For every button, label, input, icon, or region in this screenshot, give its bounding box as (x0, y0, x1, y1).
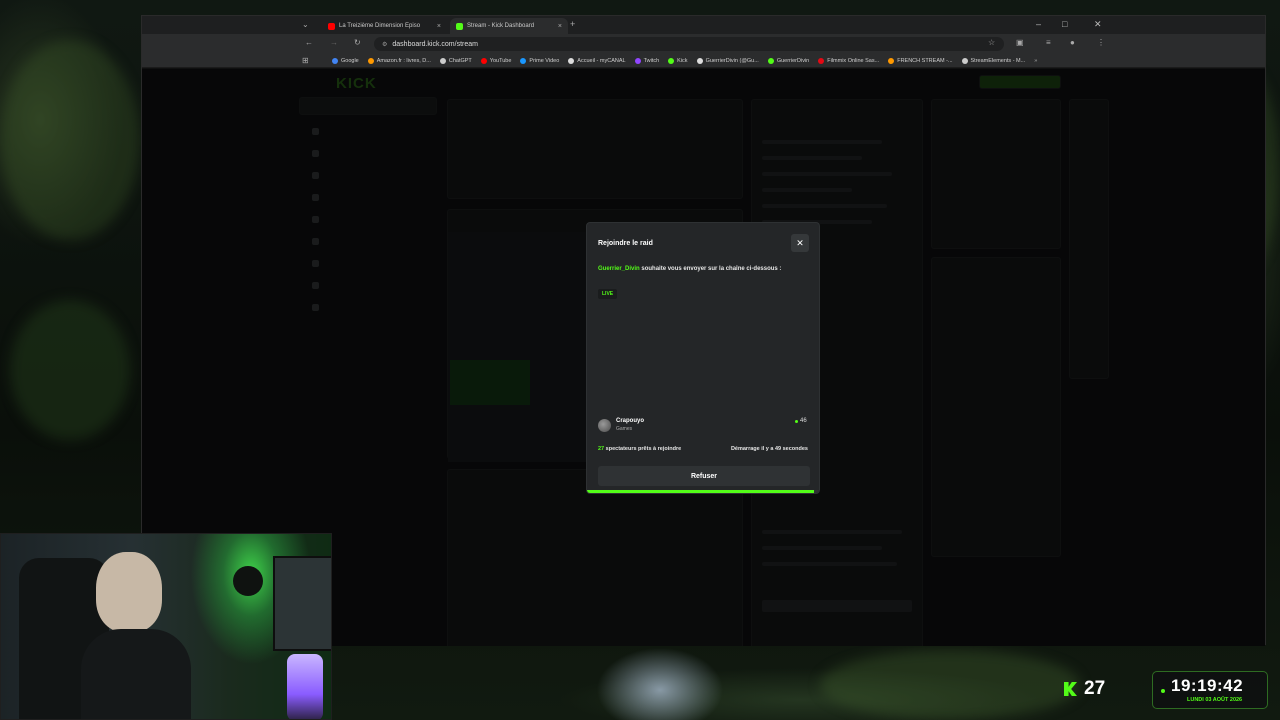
twitch-icon (634, 57, 641, 64)
back-icon[interactable]: ← (305, 38, 313, 47)
live-dot-icon (795, 419, 798, 423)
bookmark-prime-video[interactable]: Prime Video (520, 57, 559, 64)
bookmark-mycanal[interactable]: Accueil - myCANAL (568, 57, 626, 64)
bookmark-amazon[interactable]: Amazon.fr : livres, D... (367, 57, 431, 64)
forward-icon[interactable]: → (330, 38, 338, 47)
url-text: dashboard.kick.com/stream (392, 40, 478, 48)
close-window-icon[interactable]: ✕ (1094, 19, 1102, 30)
microphone (233, 566, 263, 596)
reload-icon[interactable]: ↻ (354, 38, 361, 47)
raid-progress-fill (587, 490, 815, 493)
bookmark-filmmix[interactable]: Filmmix Online Sas... (818, 57, 879, 64)
viewer-count: 27 (1084, 678, 1106, 699)
ready-viewers: 27 spectateurs prêts à rejoindre (598, 446, 681, 452)
apps-grid-icon[interactable]: ⊞ (302, 56, 309, 65)
bookmark-kick[interactable]: Kick (668, 57, 688, 64)
clock-widget: 19:19:42 LUNDI 03 AOÛT 2026 (1152, 671, 1268, 709)
browser-toolbar: ← → ↻ ⚙ dashboard.kick.com/stream ☆ ▣ ≡ … (142, 34, 1265, 54)
close-icon[interactable]: ✕ (791, 234, 809, 252)
tab-kick-dashboard[interactable]: Stream - Kick Dashboard × (450, 18, 568, 34)
channel-preview[interactable] (598, 303, 810, 413)
kick-icon (767, 57, 774, 64)
address-bar[interactable]: ⚙ dashboard.kick.com/stream (374, 37, 1004, 51)
foliage-left-lower (10, 300, 130, 440)
viewer-count-value: 46 (800, 418, 807, 424)
mycanal-icon (568, 57, 575, 64)
tab-youtube[interactable]: La Treizième Dimension Episo × (322, 18, 447, 34)
bookmark-google[interactable]: Google (332, 57, 359, 64)
tab-title: La Treizième Dimension Episo (339, 23, 421, 29)
streamer-face (96, 552, 162, 632)
bookmark-guerrierdivin[interactable]: GuerrierDivin (767, 57, 809, 64)
tab-search-icon[interactable]: ⌄ (302, 20, 309, 29)
bookmark-x-profile[interactable]: GuerrierDivin (@Gu... (696, 57, 759, 64)
streamer-body (81, 629, 191, 719)
kick-icon (668, 57, 675, 64)
raid-modal: Rejoindre le raid ✕ Guerrier_Divin souha… (586, 222, 820, 494)
bookmark-streamelements[interactable]: StreamElements - M... (961, 57, 1025, 64)
x-icon (696, 57, 703, 64)
kick-icon (456, 22, 463, 30)
media-icon[interactable]: ≡ (1046, 38, 1051, 47)
raid-message: Guerrier_Divin souhaite vous envoyer sur… (598, 266, 781, 272)
bookmark-french-stream[interactable]: FRENCH STREAM -... (888, 57, 953, 64)
ready-text: spectateurs prêts à rejoindre (605, 446, 682, 452)
foliage-bottom (820, 650, 1080, 720)
clock-time: 19:19:42 (1171, 676, 1244, 695)
youtube-icon (480, 57, 487, 64)
extensions-icon[interactable]: ▣ (1016, 38, 1024, 47)
google-icon (332, 57, 338, 64)
raid-countdown: Démarrage il y a 49 secondes (730, 446, 808, 452)
kick-viewer-counter: 27 (1064, 678, 1105, 700)
kick-logo-icon (1064, 682, 1077, 696)
monitor (273, 556, 331, 651)
minimize-icon[interactable]: – (1036, 19, 1041, 29)
more-bookmarks-icon[interactable]: » (1034, 58, 1037, 64)
bookmark-star-icon[interactable]: ☆ (988, 38, 995, 47)
clock-date: LUNDI 03 AOÛT 2026 (1187, 697, 1243, 703)
clock-dot-icon (1161, 689, 1165, 693)
amazon-icon (367, 57, 374, 64)
raider-name[interactable]: Guerrier_Divin (598, 266, 640, 272)
channel-name[interactable]: Crapouyo (616, 418, 644, 424)
profile-icon[interactable]: ● (1070, 38, 1075, 47)
live-badge: LIVE (598, 289, 618, 299)
raid-message-text: souhaite vous envoyer sur la chaîne ci-d… (641, 266, 782, 272)
chatgpt-icon (439, 57, 446, 64)
stream-scene: ⌄ La Treizième Dimension Episo × Stream … (0, 0, 1280, 720)
foliage-left (0, 40, 140, 240)
bookmark-chatgpt[interactable]: ChatGPT (439, 57, 472, 64)
french-stream-icon (888, 57, 895, 64)
bookmark-youtube[interactable]: YouTube (480, 57, 511, 64)
close-tab-icon[interactable]: × (558, 23, 562, 30)
rgb-lamp (287, 654, 323, 719)
filmmix-icon (818, 57, 825, 64)
menu-icon[interactable]: ⋮ (1097, 38, 1105, 47)
tab-title: Stream - Kick Dashboard (467, 23, 535, 29)
tab-bar: ⌄ La Treizième Dimension Episo × Stream … (142, 16, 1265, 34)
avatar[interactable] (598, 419, 611, 432)
close-tab-icon[interactable]: × (437, 23, 441, 30)
new-tab-icon[interactable]: + (570, 19, 575, 29)
site-info-icon[interactable]: ⚙ (382, 41, 387, 48)
modal-title: Rejoindre le raid (598, 240, 653, 247)
ready-count: 27 (598, 446, 605, 452)
youtube-icon (328, 22, 335, 30)
prime-video-icon (520, 57, 527, 64)
channel-category: Games (616, 426, 633, 432)
refuse-button[interactable]: Refuser (598, 466, 810, 486)
streamelements-icon (961, 57, 968, 64)
channel-viewer-count: 46 (795, 418, 807, 424)
raid-progress-bar (587, 490, 819, 493)
bookmark-twitch[interactable]: Twitch (634, 57, 659, 64)
webcam-overlay (0, 533, 332, 720)
maximize-icon[interactable]: □ (1062, 19, 1067, 29)
bookmarks-bar: ⊞ Google Amazon.fr : livres, D... ChatGP… (142, 54, 1265, 68)
